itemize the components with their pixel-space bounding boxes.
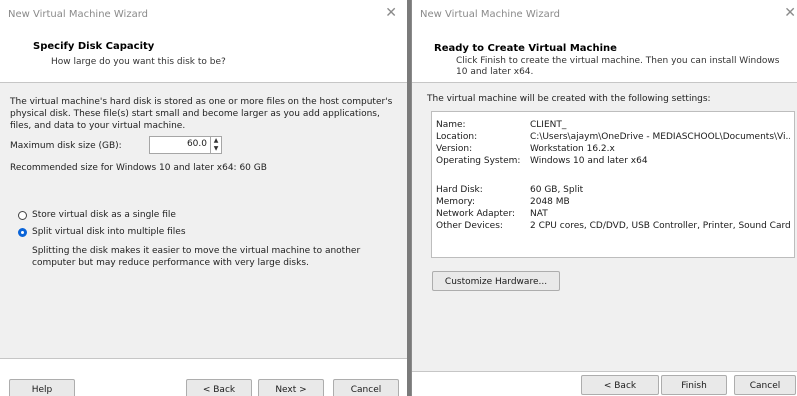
disk-capacity-dialog: New Virtual Machine Wizard ✕ Specify Dis… [0, 0, 408, 396]
help-button[interactable]: Help [9, 379, 75, 396]
customize-hardware-button[interactable]: Customize Hardware... [432, 271, 560, 291]
settings-row: Operating System: Windows 10 and later x… [436, 156, 794, 167]
left-window-title: New Virtual Machine Wizard [8, 9, 148, 20]
right-titlebar: New Virtual Machine Wizard ✕ [412, 0, 797, 30]
spin-down-icon[interactable]: ▼ [211, 145, 221, 153]
back-button[interactable]: < Back [581, 375, 659, 395]
recommended-size: Recommended size for Windows 10 and late… [10, 163, 267, 173]
setting-key: Network Adapter: [436, 209, 516, 219]
radio-multi-label[interactable]: Split virtual disk into multiple files [32, 226, 186, 238]
settings-row: Version: Workstation 16.2.x [436, 144, 794, 155]
setting-value: 60 GB, Split [530, 185, 584, 195]
close-icon[interactable]: ✕ [385, 6, 397, 20]
finish-button[interactable]: Finish [661, 375, 727, 395]
setting-value: NAT [530, 209, 548, 219]
settings-row: Memory: 2048 MB [436, 197, 794, 208]
setting-value: 2 CPU cores, CD/DVD, USB Controller, Pri… [530, 221, 790, 231]
split-note: Splitting the disk makes it easier to mo… [32, 246, 361, 268]
setting-key: Version: [436, 144, 473, 154]
settings-row: Other Devices: 2 CPU cores, CD/DVD, USB … [436, 221, 794, 232]
setting-value: Workstation 16.2.x [530, 144, 615, 154]
right-window-title: New Virtual Machine Wizard [420, 9, 560, 20]
radio-multiple-files[interactable] [18, 228, 27, 237]
setting-value: 2048 MB [530, 197, 570, 207]
close-icon[interactable]: ✕ [784, 6, 796, 20]
disk-size-spinner[interactable]: ▲ ▼ [210, 136, 222, 154]
left-header: Specify Disk Capacity How large do you w… [0, 30, 407, 82]
footer-divider [0, 358, 407, 359]
settings-row: Location: C:\Users\ajaym\OneDrive - MEDI… [436, 132, 794, 143]
next-button[interactable]: Next > [258, 379, 324, 396]
spin-up-icon[interactable]: ▲ [211, 137, 221, 145]
page-title: Ready to Create Virtual Machine [434, 43, 617, 54]
max-disk-label: Maximum disk size (GB): [10, 141, 122, 151]
right-header: Ready to Create Virtual Machine Click Fi… [412, 30, 797, 82]
radio-single-file[interactable] [18, 211, 27, 220]
setting-key: Operating System: [436, 156, 521, 166]
setting-key: Location: [436, 132, 478, 142]
left-titlebar: New Virtual Machine Wizard ✕ [0, 0, 407, 30]
max-disk-size-input[interactable]: 60.0 [149, 136, 211, 154]
settings-row: Network Adapter: NAT [436, 209, 794, 220]
left-content: The virtual machine's hard disk is store… [0, 83, 407, 358]
settings-row: Name: CLIENT_ [436, 120, 794, 131]
page-title: Specify Disk Capacity [33, 41, 155, 52]
settings-row: Hard Disk: 60 GB, Split [436, 185, 794, 196]
setting-value: CLIENT_ [530, 120, 567, 130]
disk-description: The virtual machine's hard disk is store… [10, 97, 393, 131]
setting-key: Memory: [436, 197, 475, 207]
setting-value: C:\Users\ajaym\OneDrive - MEDIASCHOOL\Do… [530, 132, 790, 142]
page-subtitle: Click Finish to create the virtual machi… [456, 56, 780, 77]
cancel-button[interactable]: Cancel [333, 379, 399, 396]
setting-key: Name: [436, 120, 466, 130]
setting-value: Windows 10 and later x64 [530, 156, 648, 166]
setting-key: Hard Disk: [436, 185, 483, 195]
radio-single-label[interactable]: Store virtual disk as a single file [32, 209, 176, 221]
setting-key: Other Devices: [436, 221, 503, 231]
back-button[interactable]: < Back [186, 379, 252, 396]
settings-intro: The virtual machine will be created with… [427, 94, 711, 104]
footer-divider [412, 371, 797, 372]
cancel-button[interactable]: Cancel [734, 375, 796, 395]
page-subtitle: How large do you want this disk to be? [51, 57, 226, 67]
settings-summary: Name: CLIENT_ Location: C:\Users\ajaym\O… [431, 111, 795, 258]
ready-to-create-dialog: New Virtual Machine Wizard ✕ Ready to Cr… [411, 0, 797, 396]
max-disk-value: 60.0 [186, 139, 207, 149]
